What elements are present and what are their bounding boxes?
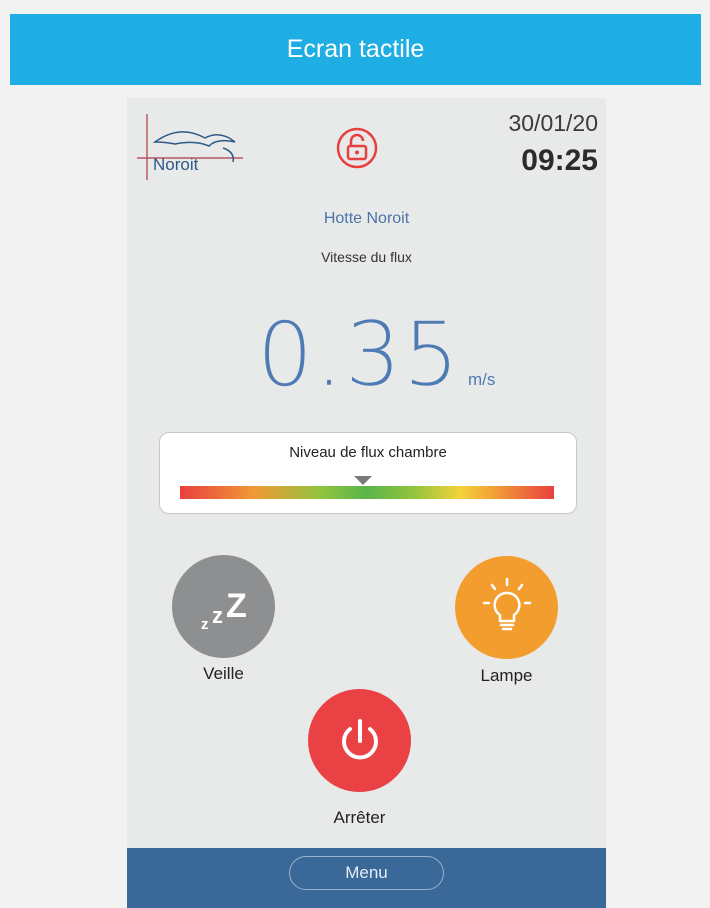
touch-screen: Noroit 30/01/20 09:25 Hotte Noroit Vites…	[127, 98, 606, 908]
stop-button[interactable]	[308, 689, 411, 792]
flow-speed-value: 0.35	[257, 303, 461, 407]
power-icon	[341, 718, 378, 759]
flow-speed-label: Vitesse du flux	[321, 249, 412, 265]
time-display: 09:25	[521, 144, 598, 177]
flow-level-title: Niveau de flux chambre	[289, 444, 447, 461]
date-display: 30/01/20	[508, 110, 598, 136]
noroit-logo: Noroit	[135, 112, 245, 182]
svg-text:z: z	[201, 616, 209, 633]
sleep-button[interactable]: z z Z	[172, 555, 275, 658]
flow-level-indicator: Niveau de flux chambre	[159, 432, 577, 514]
bottom-bar: Menu	[127, 848, 606, 908]
lamp-button[interactable]	[455, 556, 558, 659]
sleep-button-label: Veille	[203, 664, 244, 683]
flow-speed-unit: m/s	[468, 370, 496, 389]
flow-level-gradient-bar	[180, 486, 554, 499]
level-pointer-icon	[354, 476, 373, 485]
menu-button[interactable]: Menu	[289, 856, 444, 890]
lamp-button-label: Lampe	[480, 666, 533, 685]
lock-icon[interactable]	[335, 126, 379, 170]
stop-button-label: Arrêter	[333, 808, 386, 827]
logo-text: Noroit	[153, 155, 199, 174]
banner-title: Ecran tactile	[286, 35, 425, 63]
sleep-zzz-icon: z z Z	[201, 587, 247, 633]
svg-text:Z: Z	[226, 587, 247, 625]
device-name: Hotte Noroit	[323, 210, 410, 227]
title-banner: Ecran tactile	[10, 14, 701, 85]
light-bulb-icon	[482, 577, 531, 630]
svg-text:z: z	[212, 603, 223, 628]
